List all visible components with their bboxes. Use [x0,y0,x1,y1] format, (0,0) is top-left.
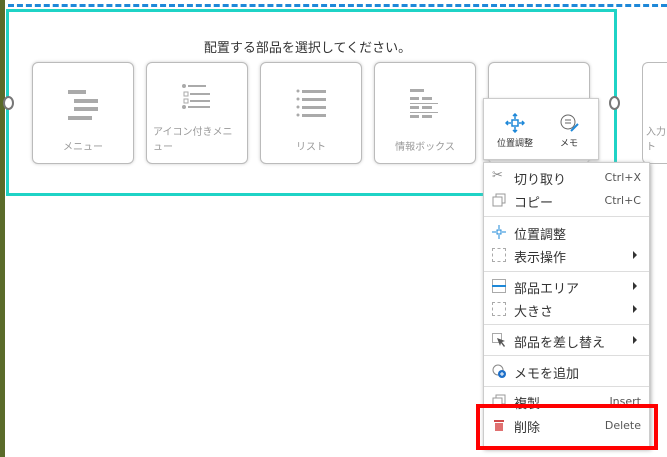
menu-icon [68,90,98,120]
cursor-replace-icon [492,333,506,347]
dashed-guide [8,4,667,7]
info-box-icon [410,89,438,118]
menu-item-cut[interactable]: ✂ 切り取り Ctrl+X [484,166,649,188]
separator [484,355,649,356]
separator [484,386,649,387]
memo-icon [560,114,579,132]
icon-menu-icon [182,84,210,109]
move-arrows-icon [504,112,526,134]
menu-item-replace[interactable]: 部品を差し替え [484,329,649,351]
part-card-list[interactable]: リスト [260,62,362,164]
submenu-arrow-icon [633,251,637,259]
mini-toolbar: 位置調整 メモ [483,98,599,160]
memo-button[interactable]: メモ [544,113,594,149]
resize-handle-left[interactable] [3,96,14,110]
resize-handle-right[interactable] [609,96,620,110]
card-label: 入力ト [646,127,666,153]
menu-item-area[interactable]: 部品エリア [484,275,649,297]
part-card-menu[interactable]: メニュー [32,62,134,164]
separator [484,271,649,272]
card-label: アイコン付きメニ ュー [153,127,233,153]
submenu-arrow-icon [633,282,637,290]
area-icon [492,279,506,293]
prompt-text: 配置する部品を選択してください。 [203,41,412,56]
dotted-box-icon [492,302,506,316]
menu-item-display[interactable]: 表示操作 [484,244,649,266]
move-arrows-icon [492,225,506,239]
submenu-arrow-icon [633,336,637,344]
menu-item-size[interactable]: 大きさ [484,298,649,320]
menu-item-position[interactable]: 位置調整 [484,221,649,243]
card-label: 情報ボックス [395,142,455,153]
submenu-arrow-icon [633,305,637,313]
copy-icon [492,193,506,207]
menu-item-add-memo[interactable]: メモを追加 [484,360,649,382]
card-label: メニュー [63,142,103,153]
menu-item-copy[interactable]: コピー Ctrl+C [484,189,649,211]
position-button[interactable]: 位置調整 [490,112,540,149]
part-card-input[interactable]: 入力ト [642,62,667,164]
part-card-info-box[interactable]: 情報ボックス [374,62,476,164]
highlight-box [476,404,658,450]
scissors-icon: ✂ [492,168,503,183]
separator [484,216,649,217]
card-label: リスト [296,142,326,153]
left-edge-strip [0,0,5,457]
part-card-icon-menu[interactable]: アイコン付きメニ ュー [146,62,248,164]
separator [484,324,649,325]
dotted-box-icon [492,248,506,262]
add-memo-icon [492,364,506,378]
list-icon [296,89,326,117]
